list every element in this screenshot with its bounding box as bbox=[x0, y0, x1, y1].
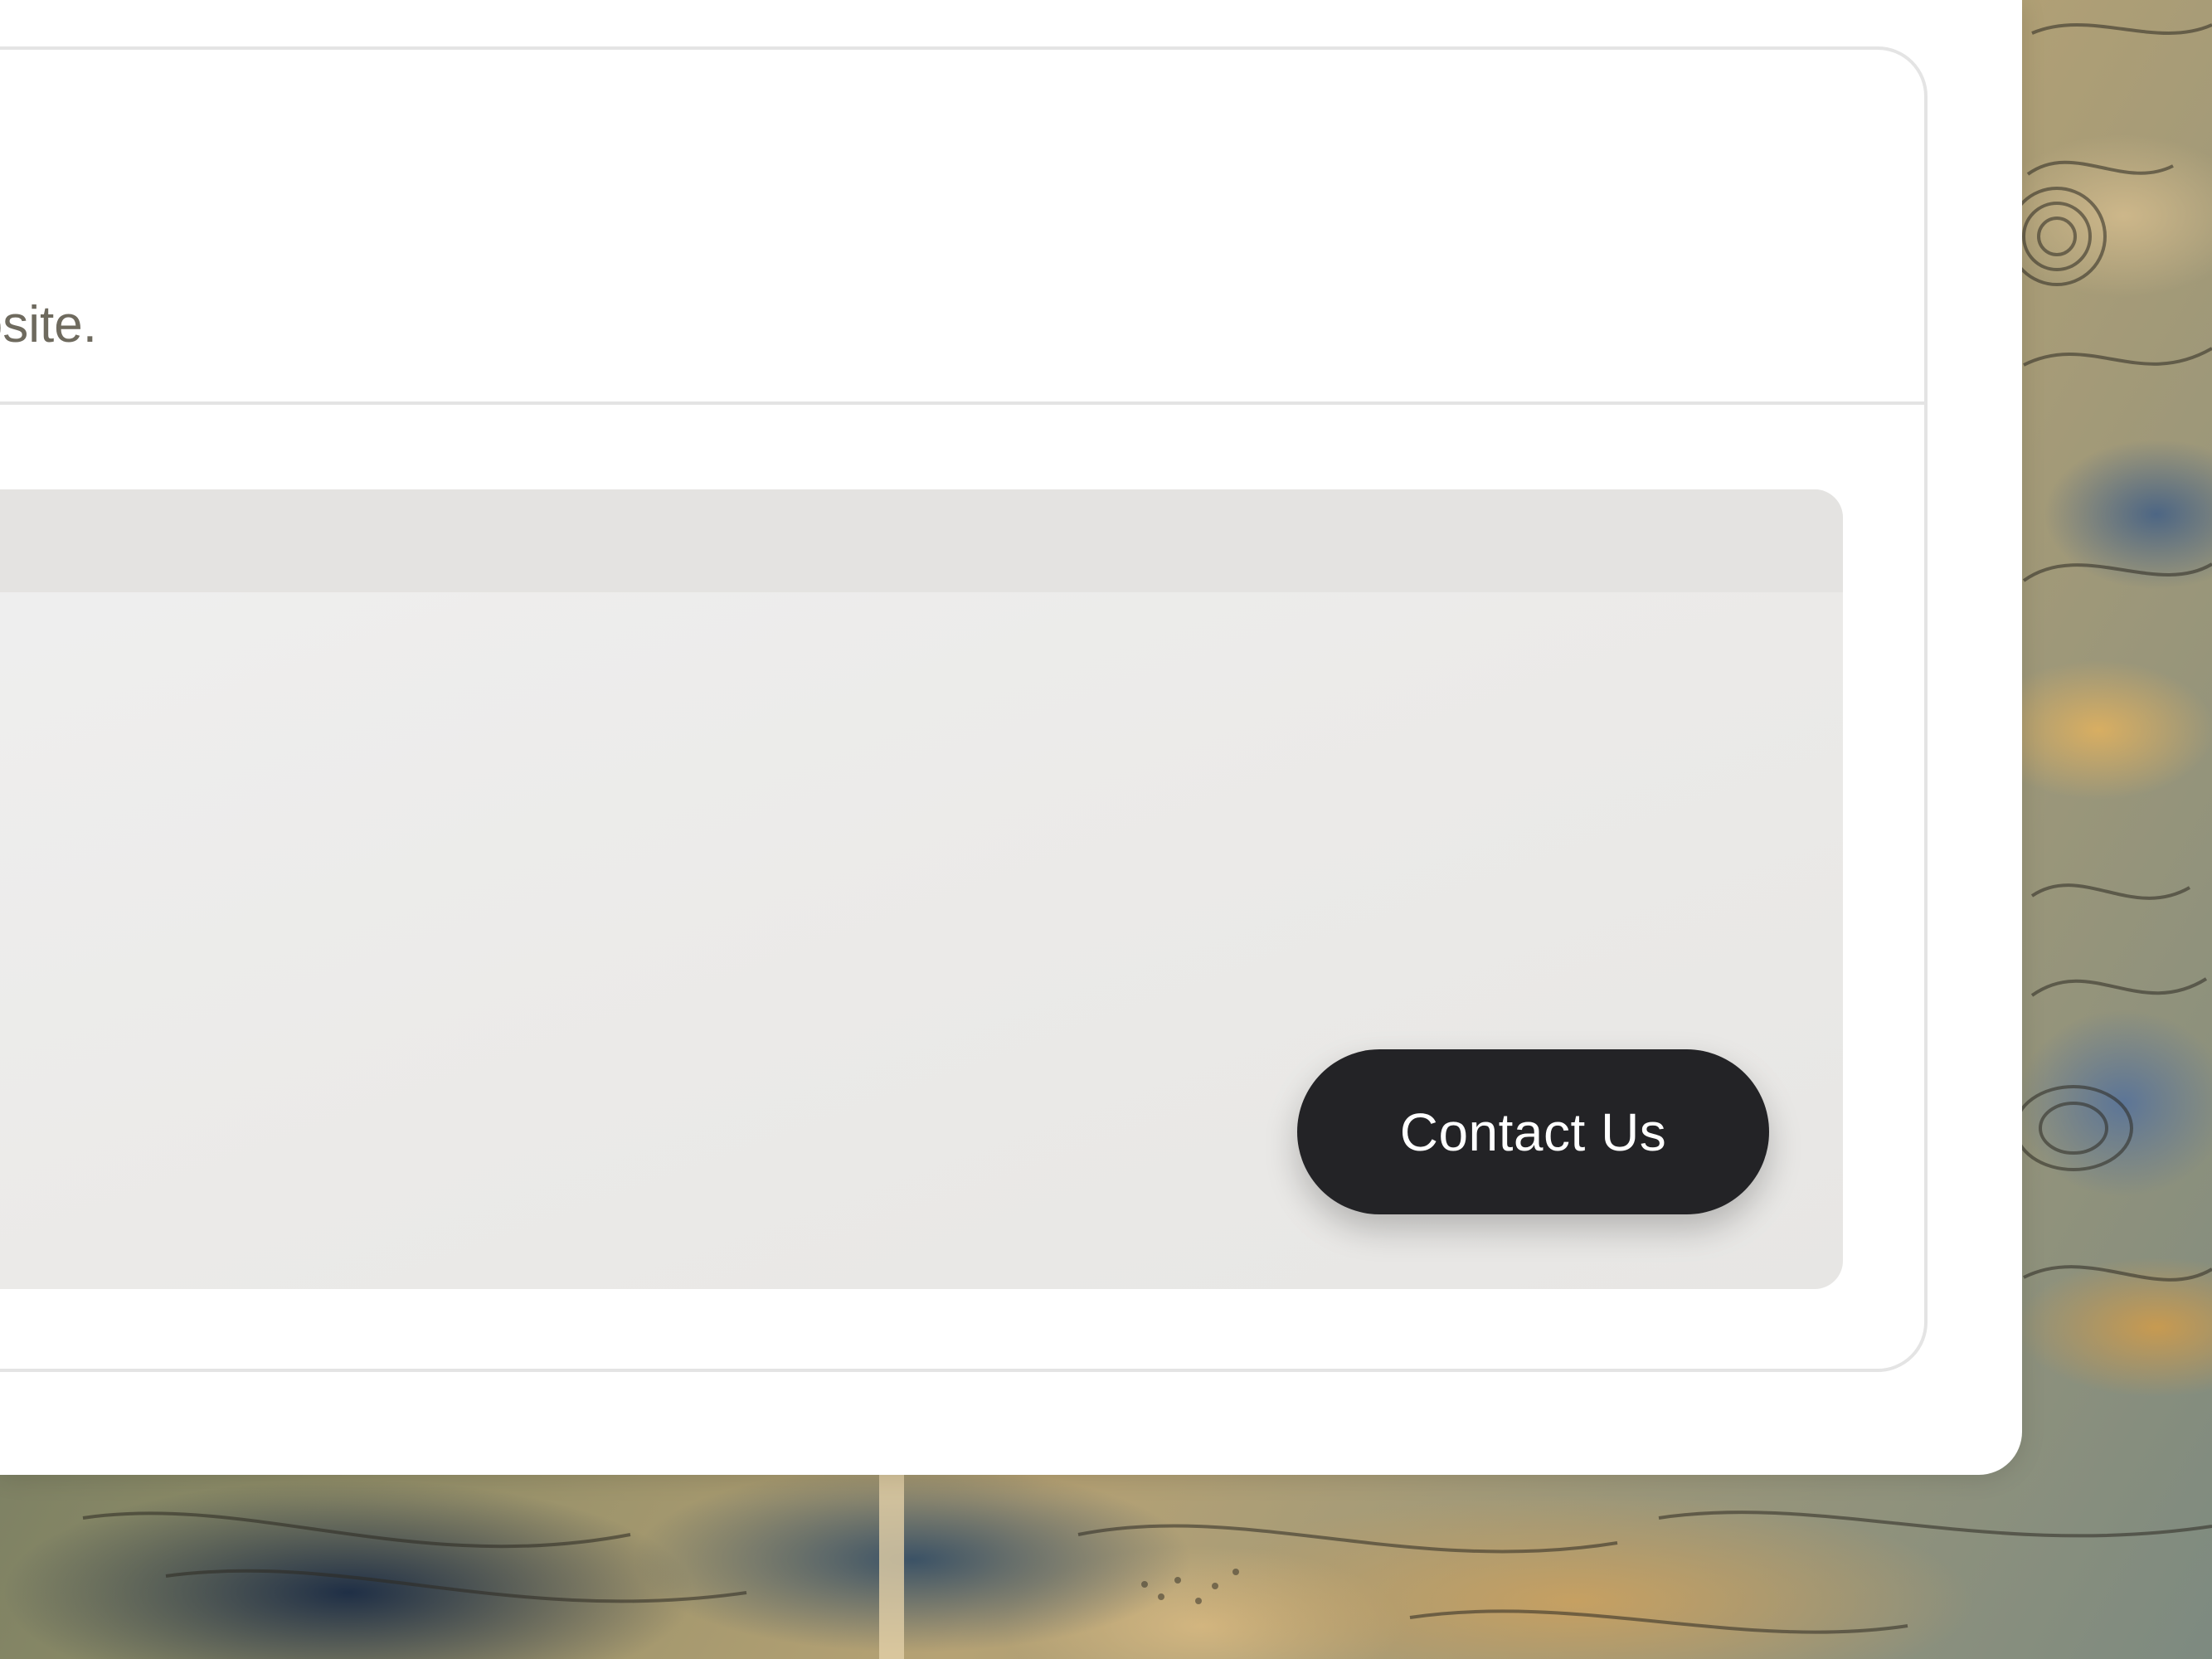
page-panel: osite. Contact Us bbox=[0, 0, 2022, 1475]
card-header: osite. bbox=[0, 50, 1924, 405]
preview-topbar bbox=[0, 489, 1843, 592]
card-description: osite. bbox=[0, 296, 97, 353]
contact-us-button[interactable]: Contact Us bbox=[1297, 1049, 1769, 1214]
website-preview: Contact Us bbox=[0, 489, 1843, 1289]
